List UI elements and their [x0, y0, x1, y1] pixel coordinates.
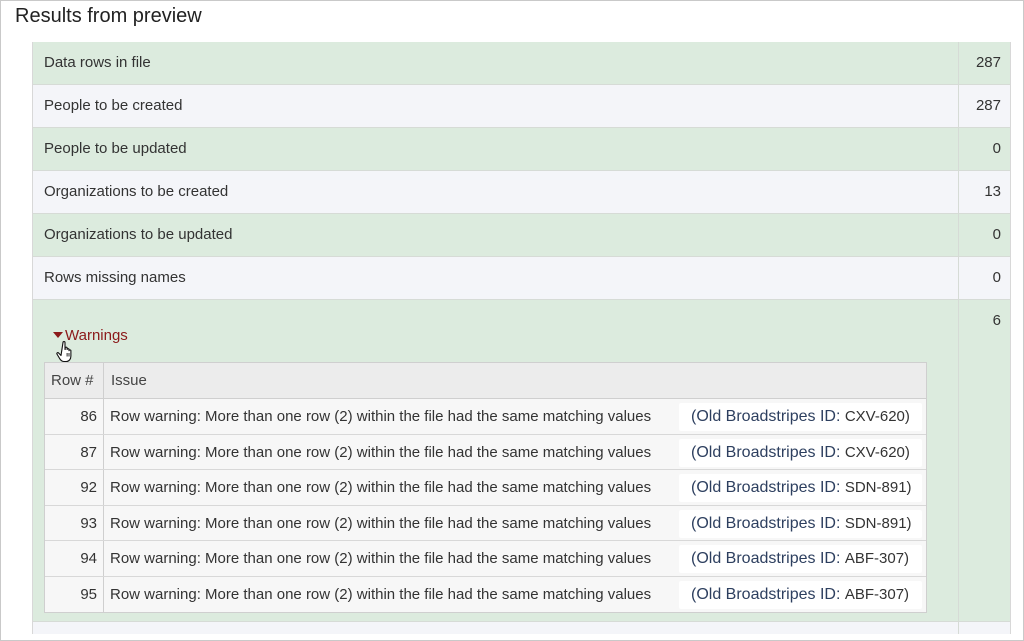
column-header-row-number: Row #: [51, 372, 94, 389]
warning-message: Row warning: More than one row (2) withi…: [110, 408, 652, 425]
page-title: Results from preview: [15, 5, 202, 27]
summary-row-orgs-created: Organizations to be created 13: [33, 171, 1010, 214]
warnings-count: 6: [992, 312, 1001, 329]
old-id-label: (Old Broadstripes ID:: [691, 443, 841, 461]
old-id-label: (Old Broadstripes ID:: [691, 479, 841, 496]
old-id-reference: (Old Broadstripes ID: ABF-307): [679, 580, 922, 609]
summary-row-people-created: People to be created 287: [33, 85, 1010, 128]
old-id-reference: (Old Broadstripes ID: ABF-307): [679, 545, 922, 573]
table-row: 86 Row warning: More than one row (2) wi…: [45, 399, 926, 435]
warning-message: Row warning: More than one row (2) withi…: [110, 443, 652, 461]
warning-message: Row warning: More than one row (2) withi…: [110, 479, 652, 496]
old-id-label: (Old Broadstripes ID:: [691, 514, 841, 532]
summary-label: Data rows in file: [44, 54, 151, 71]
row-number: 92: [80, 479, 97, 496]
old-id-reference: (Old Broadstripes ID: CXV-620): [679, 438, 922, 467]
summary-label: Rows missing names: [44, 269, 186, 286]
summary-row-missing-names: Rows missing names 0: [33, 257, 1010, 300]
table-row: 92 Row warning: More than one row (2) wi…: [45, 470, 926, 506]
warnings-row: Warnings Row # Issue 86 Row warning: Mor…: [33, 300, 1010, 622]
table-row: 93 Row warning: More than one row (2) wi…: [45, 505, 926, 541]
old-id-label: (Old Broadstripes ID:: [691, 408, 841, 425]
table-row: 87 Row warning: More than one row (2) wi…: [45, 434, 926, 470]
warning-message: Row warning: More than one row (2) withi…: [110, 514, 652, 532]
row-number: 93: [80, 514, 97, 532]
summary-row-people-updated: People to be updated 0: [33, 128, 1010, 171]
summary-count: 287: [975, 97, 1001, 114]
row-number: 95: [80, 585, 97, 603]
summary-count: 0: [992, 140, 1001, 157]
summary-label: Organizations to be updated: [44, 226, 233, 243]
row-number: 94: [80, 550, 97, 567]
summary-row-data-rows: Data rows in file 287: [33, 42, 1010, 85]
summary-row-orgs-updated: Organizations to be updated 0: [33, 214, 1010, 257]
old-id-reference: (Old Broadstripes ID: SDN-891): [679, 474, 922, 502]
summary-count: 287: [975, 54, 1001, 71]
old-id-label: (Old Broadstripes ID:: [691, 550, 841, 567]
warnings-table-header: Row # Issue: [45, 363, 926, 399]
row-number: 87: [80, 443, 97, 461]
summary-label: People to be updated: [44, 140, 187, 157]
summary-label: People to be created: [44, 97, 183, 114]
warning-message: Row warning: More than one row (2) withi…: [110, 585, 652, 603]
old-id-value: SDN-891): [844, 479, 912, 496]
row-number: 86: [80, 408, 97, 425]
summary-count: 0: [992, 226, 1001, 243]
old-id-value: ABF-307): [844, 550, 910, 567]
caret-down-icon: [53, 332, 63, 338]
column-header-issue: Issue: [111, 372, 147, 389]
old-id-label: (Old Broadstripes ID:: [691, 585, 841, 603]
old-id-value: SDN-891): [844, 514, 912, 532]
old-id-value: ABF-307): [844, 585, 910, 603]
old-id-reference: (Old Broadstripes ID: SDN-891): [679, 509, 922, 538]
summary-count: 0: [992, 269, 1001, 286]
preview-panel: Results from preview Data rows in file 2…: [0, 0, 1024, 641]
table-row: 95 Row warning: More than one row (2) wi…: [45, 576, 926, 612]
results-table: Data rows in file 287 People to be creat…: [32, 42, 1011, 634]
old-id-value: CXV-620): [844, 408, 910, 425]
summary-count: 13: [984, 183, 1001, 200]
table-row: 94 Row warning: More than one row (2) wi…: [45, 541, 926, 577]
old-id-value: CXV-620): [844, 443, 910, 461]
hand-pointer-cursor-icon: [56, 341, 72, 363]
next-row-partial: [33, 622, 1010, 634]
old-id-reference: (Old Broadstripes ID: CXV-620): [679, 403, 922, 431]
summary-label: Organizations to be created: [44, 183, 229, 200]
warnings-table: Row # Issue 86 Row warning: More than on…: [44, 362, 927, 613]
warning-message: Row warning: More than one row (2) withi…: [110, 550, 652, 567]
